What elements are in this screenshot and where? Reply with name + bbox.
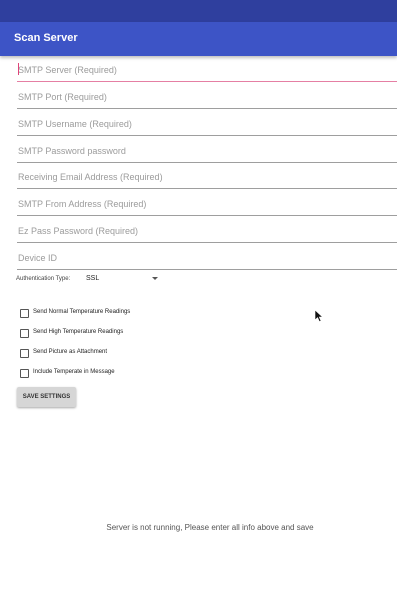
smtp-username-field[interactable] (17, 114, 397, 136)
checkbox-label: Send Picture as Attachment (33, 349, 108, 355)
field-underline (17, 188, 397, 189)
smtp-server-input[interactable] (17, 60, 397, 80)
field-underline (17, 81, 397, 82)
save-settings-button[interactable]: SAVE SETTINGS (17, 387, 76, 407)
smtp-port-input[interactable] (17, 87, 397, 107)
mouse-pointer-icon (314, 309, 324, 322)
receiving-email-field[interactable] (17, 167, 397, 189)
ez-pass-password-field[interactable] (17, 221, 397, 243)
field-underline (17, 135, 397, 136)
authentication-type-dropdown[interactable]: SSL (86, 272, 164, 286)
authentication-type-label: Authentication Type: (16, 276, 71, 282)
smtp-server-field[interactable] (17, 60, 397, 82)
authentication-type-value: SSL (86, 275, 100, 282)
checkbox-icon[interactable] (20, 369, 29, 378)
device-id-field[interactable] (17, 248, 397, 270)
dropdown-arrow-icon (152, 277, 158, 280)
smtp-port-field[interactable] (17, 87, 397, 109)
field-underline (17, 162, 397, 163)
checkbox-icon[interactable] (20, 309, 29, 318)
ez-pass-password-input[interactable] (17, 221, 397, 241)
smtp-password-field[interactable] (17, 141, 397, 163)
app-title: Scan Server (14, 32, 78, 44)
checkbox-icon[interactable] (20, 349, 29, 358)
field-underline (17, 269, 397, 270)
text-cursor (18, 63, 19, 75)
checkbox-icon[interactable] (20, 329, 29, 338)
field-underline (17, 108, 397, 109)
include-temperature-checkbox[interactable]: Include Temperate in Message (20, 367, 270, 381)
device-id-input[interactable] (17, 248, 397, 268)
smtp-from-address-field[interactable] (17, 194, 397, 216)
smtp-username-input[interactable] (17, 114, 397, 134)
field-underline (17, 242, 397, 243)
receiving-email-input[interactable] (17, 167, 397, 187)
system-status-bar (0, 0, 397, 22)
server-status-message: Server is not running, Please enter all … (106, 523, 314, 532)
send-normal-temperature-checkbox[interactable]: Send Normal Temperature Readings (20, 307, 270, 321)
smtp-password-input[interactable] (17, 141, 397, 161)
send-high-temperature-checkbox[interactable]: Send High Temperature Readings (20, 327, 270, 341)
field-underline (17, 215, 397, 216)
checkbox-label: Include Temperate in Message (33, 369, 115, 375)
smtp-from-address-input[interactable] (17, 194, 397, 214)
send-picture-attachment-checkbox[interactable]: Send Picture as Attachment (20, 347, 270, 361)
checkbox-label: Send Normal Temperature Readings (33, 309, 131, 315)
app-bar: Scan Server (0, 22, 397, 56)
checkbox-label: Send High Temperature Readings (33, 329, 124, 335)
